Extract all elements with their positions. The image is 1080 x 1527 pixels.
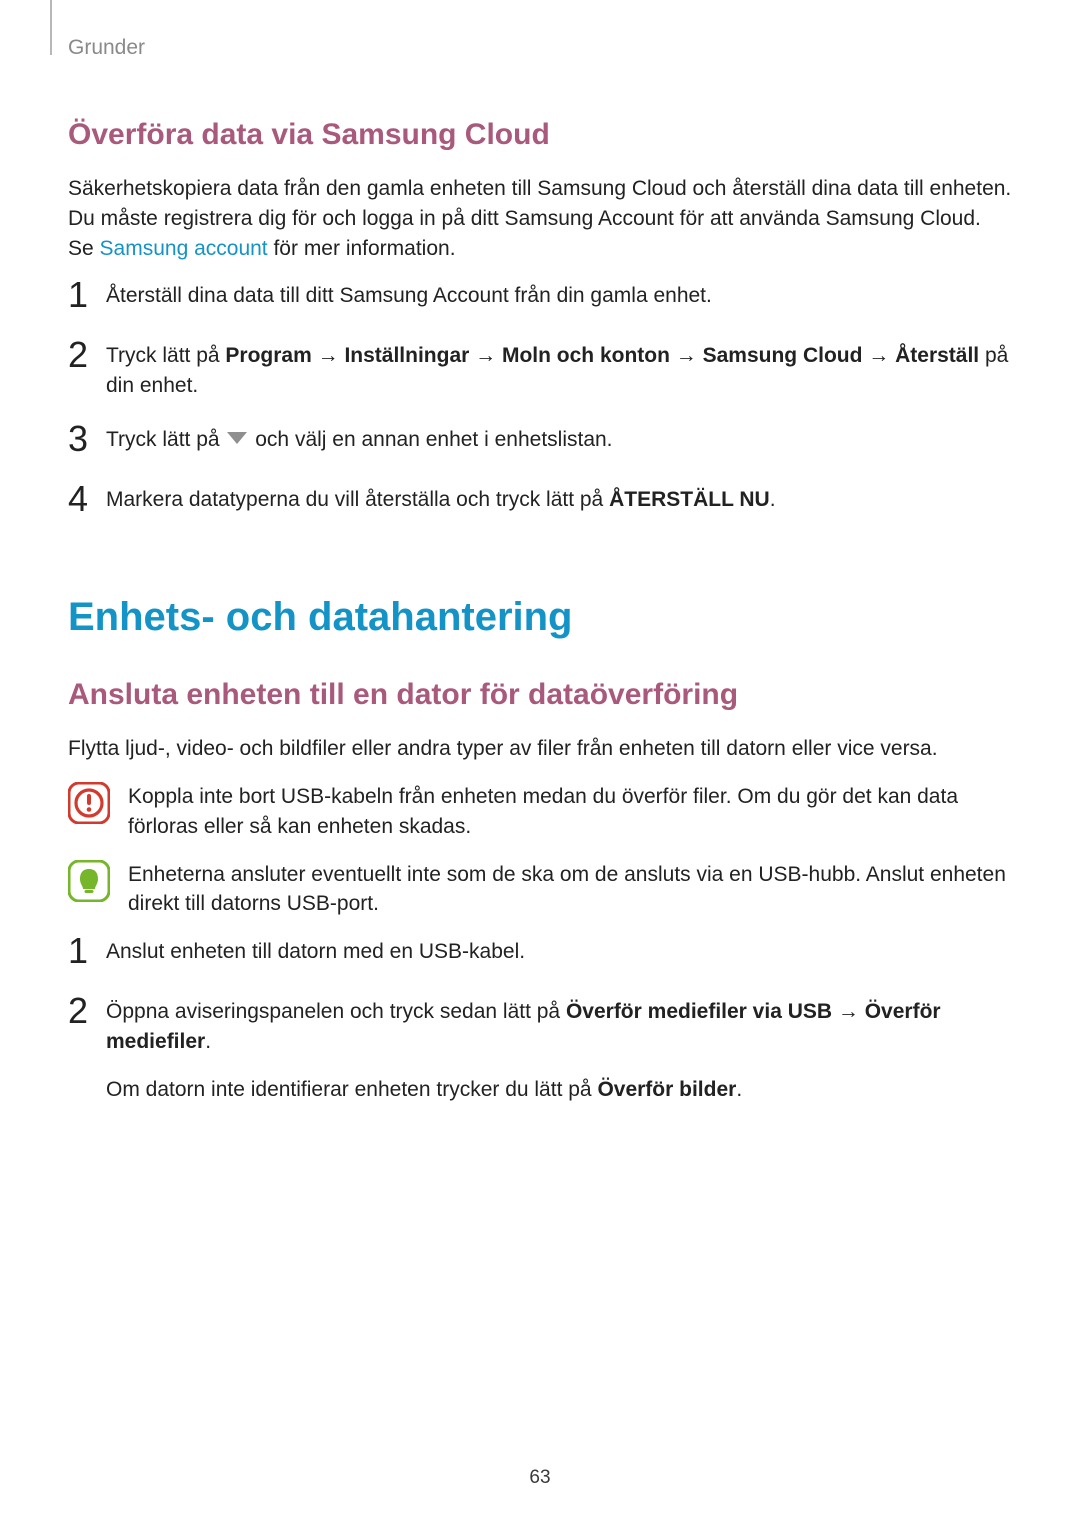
step-text: Anslut enheten till datorn med en USB-ka… (106, 937, 1012, 967)
step-bold: ÅTERSTÄLL NU (609, 488, 770, 511)
dropdown-triangle-icon (227, 425, 247, 455)
step-item: 4 Markera datatyperna du vill återställa… (68, 485, 1012, 521)
step-post: och välj en annan enhet i enhetslistan. (249, 428, 612, 451)
step-text: Tryck lätt på och välj en annan enhet i … (106, 425, 1012, 455)
step-pre: Tryck lätt på (106, 344, 225, 367)
note-icon (68, 860, 128, 907)
step-number: 1 (68, 933, 106, 969)
page-left-rule (50, 0, 52, 55)
heading-connect-to-computer: Ansluta enheten till en dator för dataöv… (68, 678, 1012, 712)
step-post: . (770, 488, 776, 511)
step-number: 3 (68, 421, 106, 457)
step-sub-pre: Om datorn inte identifierar enheten tryc… (106, 1078, 597, 1101)
step-number: 2 (68, 993, 106, 1029)
step-text: Öppna aviseringspanelen och tryck sedan … (106, 997, 1012, 1104)
step-number: 1 (68, 277, 106, 313)
step-pre: Öppna aviseringspanelen och tryck sedan … (106, 1000, 566, 1023)
step-pre: Tryck lätt på (106, 428, 225, 451)
callout-warning: Koppla inte bort USB-kabeln från enheten… (68, 782, 1012, 842)
step-subtext: Om datorn inte identifierar enheten tryc… (106, 1075, 1012, 1105)
steps-list-cloud: 1 Återställ dina data till ditt Samsung … (68, 281, 1012, 521)
step-item: 1 Återställ dina data till ditt Samsung … (68, 281, 1012, 317)
step-text: Markera datatyperna du vill återställa o… (106, 485, 1012, 515)
step-item: 3 Tryck lätt på och välj en annan enhet … (68, 425, 1012, 461)
step-bold: Program → Inställningar → Moln och konto… (225, 344, 979, 367)
step-item: 2 Öppna aviseringspanelen och tryck seda… (68, 997, 1012, 1104)
intro-paragraph-cloud: Säkerhetskopiera data från den gamla enh… (68, 174, 1012, 263)
step-item: 1 Anslut enheten till datorn med en USB-… (68, 937, 1012, 973)
link-samsung-account[interactable]: Samsung account (100, 237, 268, 260)
step-post: . (205, 1030, 211, 1053)
page-content: Grunder Överföra data via Samsung Cloud … (68, 36, 1012, 1129)
steps-list-transfer: 1 Anslut enheten till datorn med en USB-… (68, 937, 1012, 1104)
page-number: 63 (0, 1467, 1080, 1489)
callout-text: Enheterna ansluter eventuellt inte som d… (128, 860, 1012, 920)
step-text: Återställ dina data till ditt Samsung Ac… (106, 281, 1012, 311)
step-number: 4 (68, 481, 106, 517)
step-pre: Markera datatyperna du vill återställa o… (106, 488, 609, 511)
step-item: 2 Tryck lätt på Program → Inställningar … (68, 341, 1012, 401)
warning-icon (68, 782, 128, 829)
section-breadcrumb: Grunder (68, 36, 1012, 60)
step-text: Tryck lätt på Program → Inställningar → … (106, 341, 1012, 401)
step-number: 2 (68, 337, 106, 373)
heading-device-data-management: Enhets- och datahantering (68, 595, 1012, 640)
step-sub-bold: Överför bilder (597, 1078, 736, 1101)
heading-transfer-via-cloud: Överföra data via Samsung Cloud (68, 118, 1012, 152)
intro-post: för mer information. (268, 237, 456, 260)
callout-text: Koppla inte bort USB-kabeln från enheten… (128, 782, 1012, 842)
callout-note: Enheterna ansluter eventuellt inte som d… (68, 860, 1012, 920)
intro-paragraph-transfer: Flytta ljud-, video- och bildfiler eller… (68, 734, 1012, 764)
step-sub-post: . (736, 1078, 742, 1101)
